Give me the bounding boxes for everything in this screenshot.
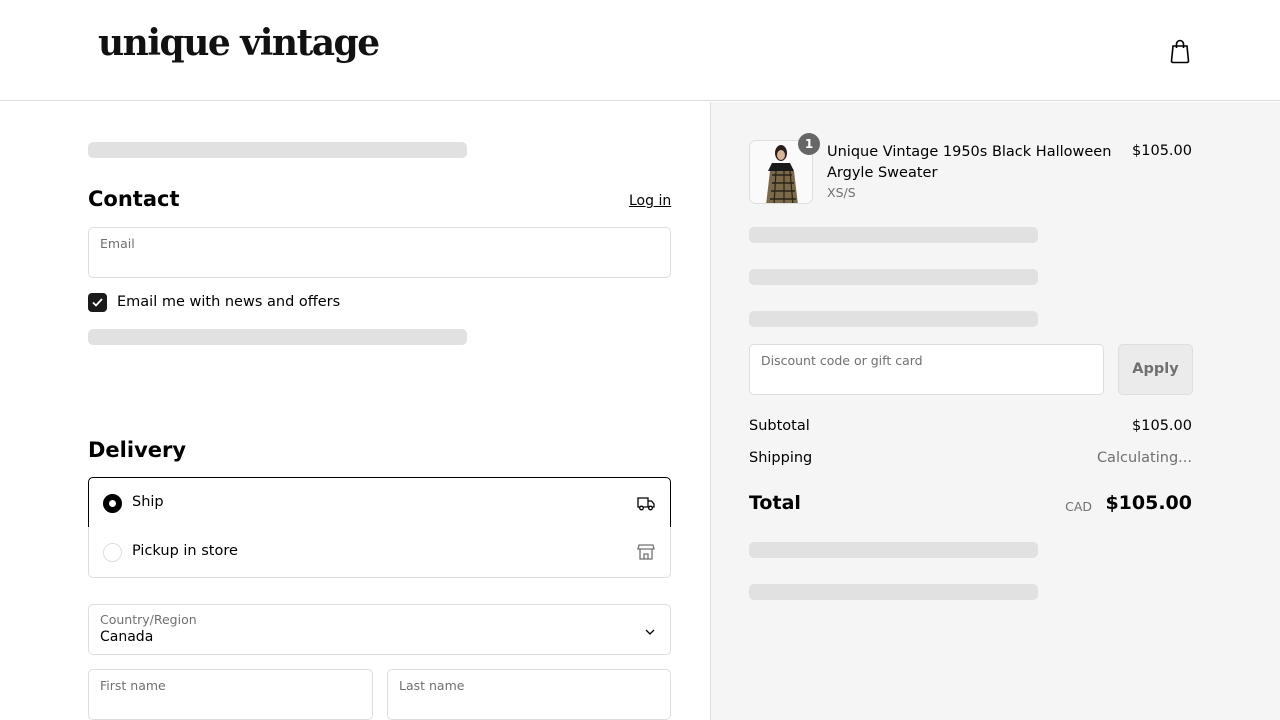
truck-icon: [636, 493, 656, 513]
first-name-field[interactable]: First name: [88, 669, 373, 720]
ship-label: Ship: [132, 494, 164, 510]
loading-placeholder: [88, 329, 467, 345]
loading-placeholder: [749, 584, 1038, 600]
pickup-label: Pickup in store: [132, 543, 238, 559]
ship-radio[interactable]: [103, 494, 122, 513]
quantity-badge: 1: [798, 133, 820, 155]
discount-input[interactable]: Discount code or gift card: [749, 344, 1104, 395]
pickup-radio[interactable]: [103, 543, 122, 562]
product-price: $105.00: [1132, 143, 1192, 159]
delivery-option-ship[interactable]: Ship: [88, 477, 671, 528]
loading-placeholder: [749, 269, 1038, 285]
subtotal-label: Subtotal: [749, 418, 810, 434]
delivery-heading: Delivery: [88, 438, 187, 462]
loading-placeholder: [749, 311, 1038, 327]
shopping-bag-icon[interactable]: [1168, 38, 1192, 64]
shipping-value: Calculating...: [1096, 450, 1192, 466]
login-link[interactable]: Log in: [629, 193, 671, 209]
newsletter-label[interactable]: Email me with news and offers: [117, 294, 340, 310]
checkout-main: Contact Log in Email Email me with news …: [0, 102, 710, 720]
checkmark-icon: [92, 298, 103, 307]
total-value: $105.00: [1105, 492, 1192, 514]
chevron-down-icon: [644, 623, 656, 635]
product-variant: XS/S: [827, 185, 856, 200]
header: unique vintage: [0, 0, 1280, 101]
store-icon: [636, 542, 656, 562]
newsletter-checkbox[interactable]: [88, 293, 107, 312]
last-name-field[interactable]: Last name: [387, 669, 671, 720]
subtotal-value: $105.00: [1132, 418, 1192, 434]
loading-placeholder: [749, 542, 1038, 558]
last-name-label: Last name: [399, 678, 465, 693]
discount-placeholder: Discount code or gift card: [761, 353, 923, 368]
email-label: Email: [100, 236, 135, 251]
loading-placeholder: [88, 142, 467, 158]
contact-heading: Contact: [88, 187, 180, 211]
country-value: Canada: [100, 629, 154, 645]
apply-button[interactable]: Apply: [1118, 344, 1193, 395]
order-summary: 1 Unique Vintage 1950s Black Halloween A…: [710, 102, 1280, 720]
first-name-label: First name: [100, 678, 166, 693]
email-field[interactable]: Email: [88, 227, 671, 278]
delivery-option-pickup[interactable]: Pickup in store: [88, 527, 671, 578]
country-select[interactable]: Country/Region Canada: [88, 604, 671, 655]
shipping-label: Shipping: [749, 450, 813, 466]
country-label: Country/Region: [100, 612, 197, 627]
store-logo[interactable]: unique vintage: [98, 22, 380, 64]
product-name: Unique Vintage 1950s Black Halloween Arg…: [827, 144, 1112, 181]
total-label: Total: [749, 492, 801, 514]
loading-placeholder: [749, 227, 1038, 243]
currency-code: CAD: [1065, 499, 1092, 514]
